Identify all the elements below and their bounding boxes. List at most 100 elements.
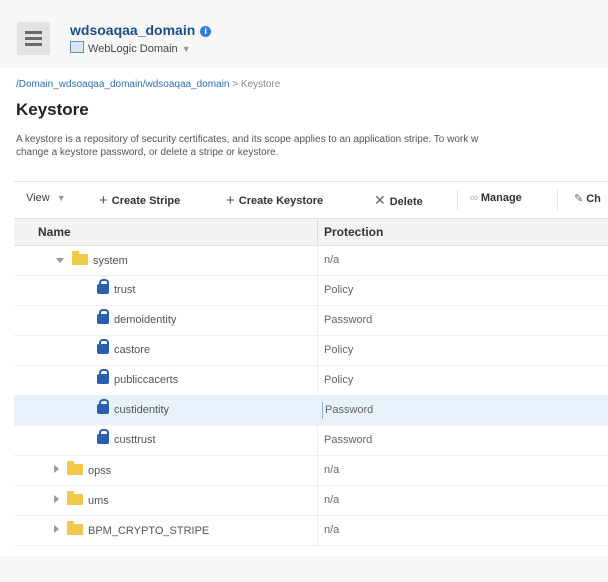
domain-menu-icon[interactable] — [17, 22, 50, 55]
info-icon[interactable]: i — [200, 26, 212, 37]
column-divider — [317, 426, 318, 455]
change-button[interactable]: ✎ Ch — [574, 192, 601, 205]
row-protection: n/a — [324, 464, 340, 476]
delete-button[interactable]: ✕ Delete — [374, 192, 423, 209]
expand-toggle-icon[interactable] — [54, 465, 59, 473]
table-row[interactable]: publiccacerts Policy — [14, 366, 608, 396]
view-label: View — [26, 192, 50, 204]
table-row[interactable]: BPM_CRYPTO_STRIPE n/a — [14, 516, 608, 546]
table-row[interactable]: system n/a — [14, 246, 608, 276]
folder-icon — [67, 521, 83, 535]
change-label: Ch — [586, 193, 601, 205]
column-divider — [317, 516, 318, 545]
column-divider — [317, 486, 318, 515]
row-name-cell: system — [56, 251, 128, 267]
table-header: Name Protection — [14, 218, 608, 246]
close-icon: ✕ — [374, 192, 386, 208]
breadcrumb-domain-link[interactable]: /Domain_wdsoaqaa_domain/wdsoaqaa_domain — [16, 79, 229, 90]
expand-toggle-icon[interactable] — [54, 495, 59, 503]
domain-menu-label: WebLogic Domain — [88, 43, 178, 55]
row-protection: Policy — [324, 284, 354, 296]
lock-icon — [97, 309, 109, 324]
create-stripe-label: Create Stripe — [111, 195, 181, 207]
row-name-cell: demoidentity — [97, 309, 176, 326]
toolbar: View ▼ + Create Stripe + Create Keystore ✕… — [14, 181, 608, 219]
row-name: publiccacerts — [114, 374, 179, 386]
row-name: BPM_CRYPTO_STRIPE — [88, 525, 210, 537]
row-protection: Policy — [324, 344, 354, 356]
row-name-cell: custtrust — [97, 429, 156, 446]
toolbar-divider — [557, 190, 558, 210]
column-divider — [317, 246, 318, 275]
description-line-2: change a keystore password, or delete a … — [16, 147, 279, 158]
breadcrumb-separator: > — [229, 79, 241, 90]
row-name: ums — [88, 495, 109, 507]
table-row[interactable]: trust Policy — [14, 276, 608, 306]
description-line-1: A keystore is a repository of security c… — [16, 134, 479, 145]
row-protection: n/a — [324, 254, 340, 266]
table-row[interactable]: custtrust Password — [14, 426, 608, 456]
column-header-protection[interactable]: Protection — [324, 225, 383, 239]
row-name: system — [93, 255, 128, 267]
column-divider — [317, 336, 318, 365]
row-protection: Password — [322, 402, 373, 419]
folder-icon — [72, 251, 88, 265]
delete-label: Delete — [389, 196, 423, 208]
row-protection: n/a — [324, 494, 340, 506]
row-name-cell: opss — [54, 461, 111, 477]
column-divider — [317, 306, 318, 335]
row-name: custidentity — [114, 404, 170, 416]
table-row[interactable]: ums n/a — [14, 486, 608, 516]
folder-icon — [67, 491, 83, 505]
link-icon: ∞ — [470, 192, 478, 204]
row-name-cell: castore — [97, 339, 151, 356]
column-divider — [317, 456, 318, 485]
lock-icon — [97, 339, 109, 354]
table-row-selected[interactable]: custidentity Password — [14, 396, 608, 426]
create-keystore-button[interactable]: + Create Keystore — [226, 192, 323, 209]
column-header-name[interactable]: Name — [38, 225, 71, 239]
row-name-cell: ums — [54, 491, 109, 507]
toolbar-divider — [457, 190, 458, 210]
create-stripe-button[interactable]: + Create Stripe — [99, 192, 180, 209]
footer-bar — [0, 556, 608, 582]
domain-title: wdsoaqaa_domain i — [70, 22, 212, 38]
column-divider — [317, 366, 318, 395]
table-row[interactable]: castore Policy — [14, 336, 608, 366]
row-protection: Password — [324, 314, 373, 326]
domain-header: wdsoaqaa_domain i WebLogic Domain ▼ — [0, 0, 608, 68]
row-name: custtrust — [114, 434, 156, 446]
column-divider — [317, 219, 318, 245]
expand-toggle-icon[interactable] — [54, 525, 59, 533]
lock-icon — [97, 279, 109, 294]
row-name: castore — [114, 344, 151, 356]
table-row[interactable]: opss n/a — [14, 456, 608, 486]
column-divider — [317, 276, 318, 305]
row-name-cell: publiccacerts — [97, 369, 179, 386]
expand-toggle-icon[interactable] — [56, 258, 64, 263]
lock-icon — [97, 369, 109, 384]
lock-icon — [97, 429, 109, 444]
row-name-cell: custidentity — [97, 399, 170, 416]
page-description: A keystore is a repository of security c… — [16, 133, 608, 159]
table-row[interactable]: demoidentity Password — [14, 306, 608, 336]
keystore-table: Name Protection system n/a trust Policy … — [14, 218, 608, 546]
domain-name: wdsoaqaa_domain — [70, 22, 196, 38]
manage-label: Manage — [480, 192, 522, 204]
folder-icon — [67, 461, 83, 475]
create-keystore-label: Create Keystore — [238, 195, 324, 207]
chevron-down-icon: ▼ — [56, 193, 66, 203]
pencil-icon: ✎ — [574, 193, 584, 205]
plus-icon: + — [226, 192, 235, 209]
page-title: Keystore — [16, 100, 89, 119]
chevron-down-icon: ▼ — [181, 44, 191, 54]
row-name-cell: trust — [97, 279, 135, 296]
weblogic-domain-icon — [70, 41, 84, 53]
view-menu-button[interactable]: View ▼ — [26, 192, 66, 204]
plus-icon: + — [99, 192, 108, 209]
weblogic-domain-menu[interactable]: WebLogic Domain ▼ — [70, 41, 191, 55]
row-protection: Password — [324, 434, 373, 446]
row-protection: n/a — [324, 524, 340, 536]
manage-button[interactable]: ∞ Manage — [470, 192, 522, 204]
row-protection: Policy — [324, 374, 354, 386]
